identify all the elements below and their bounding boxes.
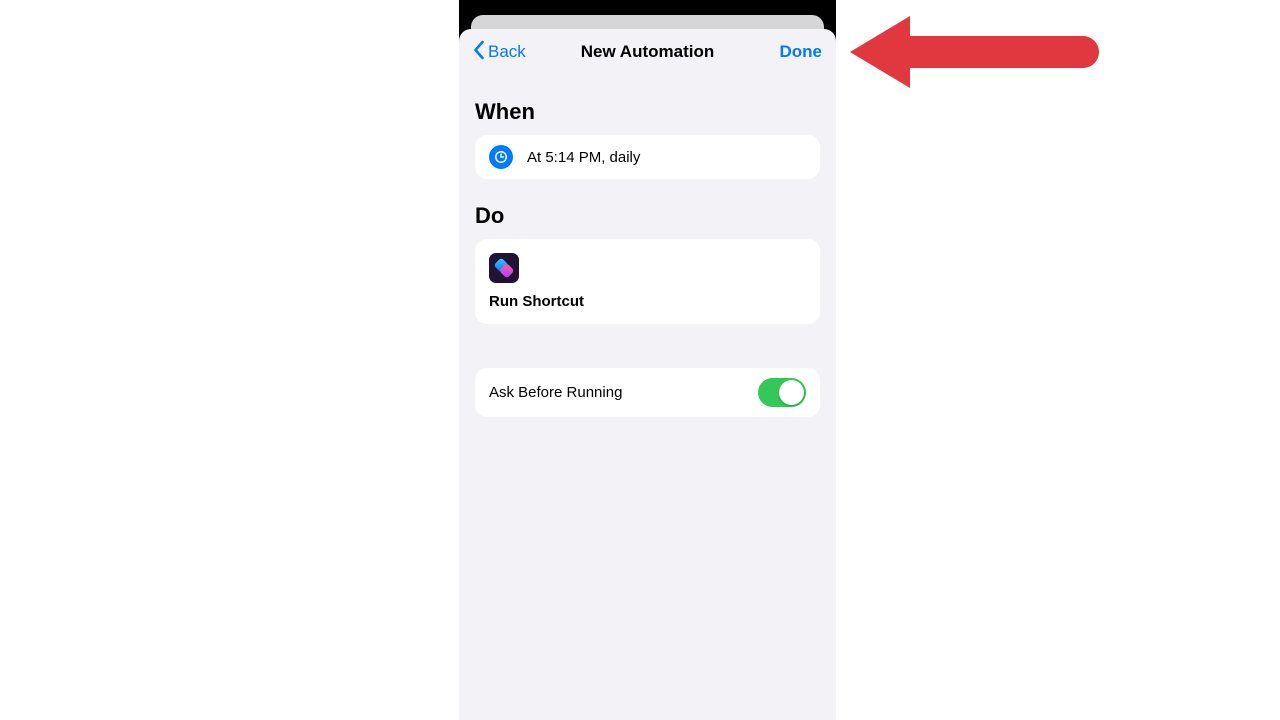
clock-icon bbox=[489, 145, 513, 169]
modal-sheet: Back New Automation Done When At 5:14 PM… bbox=[459, 29, 836, 720]
nav-bar: Back New Automation Done bbox=[459, 29, 836, 75]
sheet-content: When At 5:14 PM, daily Do bbox=[459, 75, 836, 417]
ask-before-running-row: Ask Before Running bbox=[475, 368, 820, 417]
done-button[interactable]: Done bbox=[780, 42, 823, 62]
annotation-arrow-icon bbox=[850, 8, 1100, 96]
do-heading: Do bbox=[475, 203, 820, 229]
ask-before-running-toggle[interactable] bbox=[758, 378, 806, 407]
when-trigger-row[interactable]: At 5:14 PM, daily bbox=[475, 135, 820, 179]
ask-before-running-label: Ask Before Running bbox=[489, 384, 622, 401]
back-button[interactable]: Back bbox=[473, 40, 526, 65]
toggle-knob bbox=[779, 380, 804, 405]
sheet-background-peek bbox=[471, 15, 824, 29]
chevron-left-icon bbox=[473, 40, 486, 65]
do-action-row[interactable]: Run Shortcut bbox=[475, 239, 820, 324]
when-heading: When bbox=[475, 99, 820, 125]
back-label: Back bbox=[488, 42, 526, 62]
when-trigger-text: At 5:14 PM, daily bbox=[527, 149, 640, 166]
page-title: New Automation bbox=[581, 42, 714, 62]
do-action-label: Run Shortcut bbox=[489, 293, 584, 310]
shortcuts-app-icon bbox=[489, 253, 519, 283]
